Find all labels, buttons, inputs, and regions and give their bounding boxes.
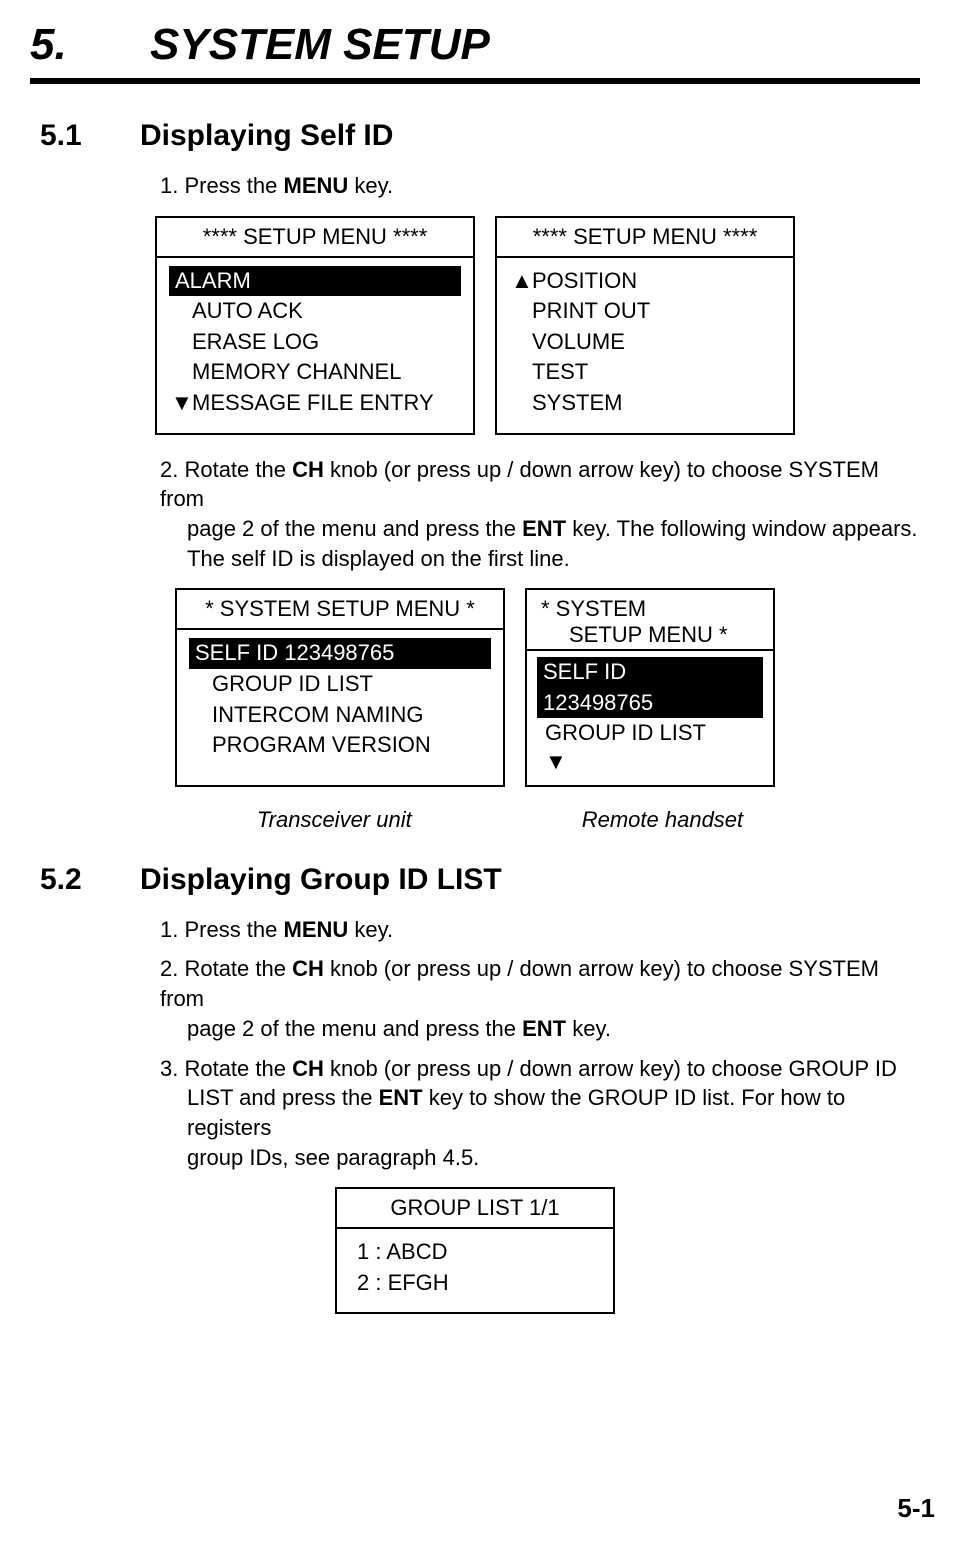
section-number: 5.1 <box>30 119 140 153</box>
step-text: 3. Rotate the CH knob (or press up / dow… <box>160 1054 920 1173</box>
menu-item-auto-ack: AUTO ACK <box>169 296 461 327</box>
menu-body: 1 : ABCD 2 : EFGH <box>337 1229 613 1312</box>
step-text: 2. Rotate the CH knob (or press up / dow… <box>160 954 920 1043</box>
menu-item-group-id-list: GROUP ID LIST <box>189 669 491 700</box>
screen-captions: Transceiver unit Remote handset <box>30 807 920 833</box>
section-title-text: Displaying Group ID LIST <box>140 863 502 896</box>
menu-title: GROUP LIST 1/1 <box>337 1189 613 1229</box>
menu-body: ▲POSITION PRINT OUT VOLUME TEST SYSTEM <box>497 258 793 433</box>
step-text: 1. Press the MENU key. <box>160 915 920 945</box>
chapter-number: 5. <box>30 20 150 70</box>
section-5-2-title: 5.2Displaying Group ID LIST <box>30 863 920 897</box>
menu-body: ALARM AUTO ACK ERASE LOG MEMORY CHANNEL … <box>157 258 473 433</box>
step-text: 1. Press the MENU key. <box>160 171 920 201</box>
system-setup-transceiver: * SYSTEM SETUP MENU * SELF ID 123498765 … <box>175 588 505 786</box>
chapter-rule <box>30 78 920 84</box>
menu-title: * SYSTEM SETUP MENU * <box>177 590 503 630</box>
section-5-1-title: 5.1Displaying Self ID <box>30 119 920 153</box>
caption-transceiver: Transceiver unit <box>207 807 412 833</box>
system-setup-handset: * SYSTEM SETUP MENU * SELF ID 123498765 … <box>525 588 775 786</box>
menu-item-message-file: ▼MESSAGE FILE ENTRY <box>169 388 461 419</box>
menu-item-program-version: PROGRAM VERSION <box>189 730 491 761</box>
group-item-1: 1 : ABCD <box>349 1237 601 1268</box>
menu-body: SELF ID 123498765 GROUP ID LIST ▼ <box>527 651 773 785</box>
menu-item-system: SYSTEM <box>509 388 781 419</box>
setup-menu-page2: **** SETUP MENU **** ▲POSITION PRINT OUT… <box>495 216 795 435</box>
group-list-screen: GROUP LIST 1/1 1 : ABCD 2 : EFGH <box>335 1187 615 1314</box>
menu-item-intercom: INTERCOM NAMING <box>189 700 491 731</box>
down-arrow-icon: ▼ <box>537 749 763 775</box>
menu-item-alarm: ALARM <box>169 266 461 297</box>
page-number: 5-1 <box>897 1493 935 1524</box>
up-arrow-icon: ▲ <box>511 267 533 296</box>
group-item-2: 2 : EFGH <box>349 1268 601 1299</box>
chapter-title-text: SYSTEM SETUP <box>150 20 490 69</box>
menu-title: **** SETUP MENU **** <box>157 218 473 258</box>
menu-title: **** SETUP MENU **** <box>497 218 793 258</box>
menu-item-volume: VOLUME <box>509 327 781 358</box>
section-number: 5.2 <box>30 863 140 897</box>
section-title-text: Displaying Self ID <box>140 119 393 152</box>
menu-body: SELF ID 123498765 GROUP ID LIST INTERCOM… <box>177 630 503 774</box>
step-text: 2. Rotate the CH knob (or press up / dow… <box>160 455 920 574</box>
menu-item-self-id: SELF ID 123498765 <box>189 638 491 669</box>
chapter-title: 5.SYSTEM SETUP <box>30 20 920 70</box>
menu-item-test: TEST <box>509 357 781 388</box>
menu-title: * SYSTEM SETUP MENU * <box>527 590 773 651</box>
menu-item-erase-log: ERASE LOG <box>169 327 461 358</box>
setup-menu-page1: **** SETUP MENU **** ALARM AUTO ACK ERAS… <box>155 216 475 435</box>
menu-item-self-id-l1: SELF ID <box>537 657 763 688</box>
setup-menu-screens: **** SETUP MENU **** ALARM AUTO ACK ERAS… <box>30 216 920 435</box>
menu-item-position: ▲POSITION <box>509 266 781 297</box>
menu-item-self-id-l2: 123498765 <box>537 688 763 719</box>
menu-item-group-id-list: GROUP ID LIST <box>537 718 763 749</box>
menu-item-print-out: PRINT OUT <box>509 296 781 327</box>
caption-remote: Remote handset <box>582 807 743 833</box>
system-menu-screens: * SYSTEM SETUP MENU * SELF ID 123498765 … <box>30 588 920 786</box>
menu-item-memory-channel: MEMORY CHANNEL <box>169 357 461 388</box>
down-arrow-icon: ▼ <box>171 389 193 418</box>
